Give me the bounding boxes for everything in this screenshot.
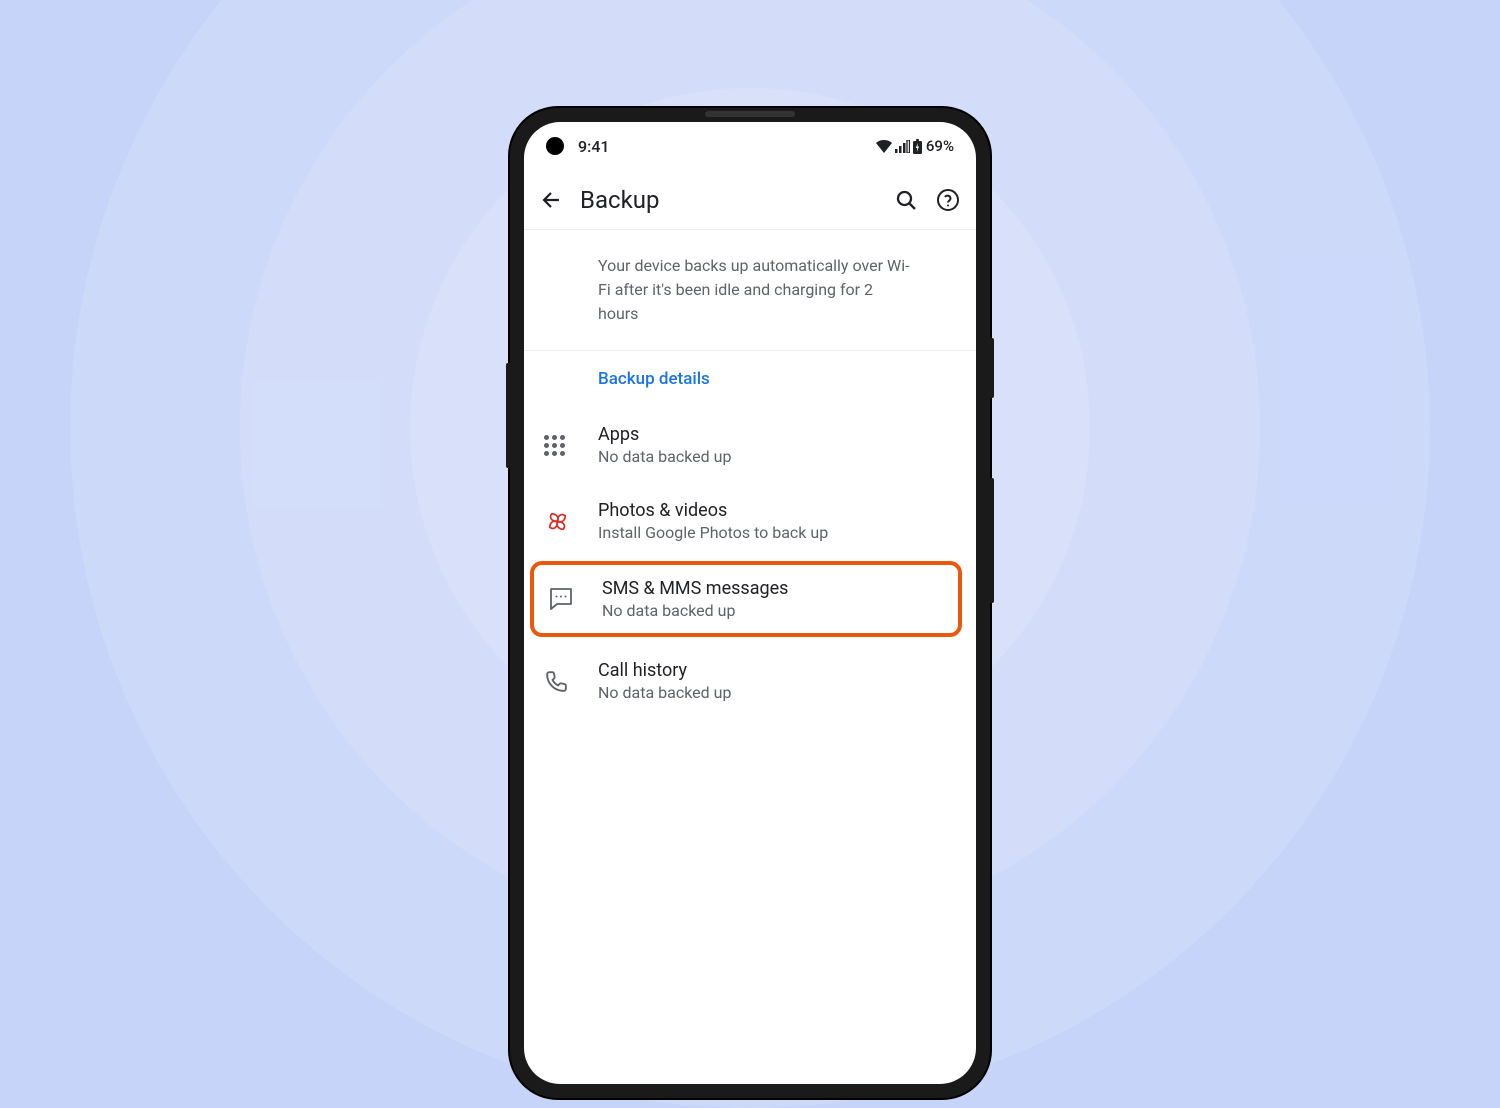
- phone-screen: 9:41: [524, 122, 976, 1084]
- status-icons: [876, 139, 922, 154]
- phone-frame: 9:41: [510, 108, 990, 1098]
- message-icon: [548, 586, 574, 612]
- list-item-sms[interactable]: SMS & MMS messages No data backed up: [530, 561, 962, 637]
- arrow-back-icon: [540, 188, 564, 212]
- page-title: Backup: [580, 186, 894, 214]
- signal-icon: [895, 140, 910, 153]
- search-button[interactable]: [894, 188, 918, 212]
- list-item-subtitle: No data backed up: [602, 601, 946, 620]
- wifi-icon: [876, 140, 892, 153]
- status-time: 9:41: [578, 137, 610, 156]
- help-icon: [936, 188, 960, 212]
- list-item-subtitle: No data backed up: [598, 683, 958, 702]
- camera-hole: [546, 137, 564, 155]
- section-header: Backup details: [524, 351, 976, 407]
- help-button[interactable]: [936, 188, 960, 212]
- backup-details-header: Backup details: [598, 369, 710, 389]
- status-bar: 9:41: [524, 122, 976, 170]
- info-section: Your device backs up automatically over …: [524, 230, 976, 351]
- backup-info-text: Your device backs up automatically over …: [598, 254, 916, 326]
- list-item-photos[interactable]: Photos & videos Install Google Photos to…: [524, 483, 976, 559]
- list-item-title: Photos & videos: [598, 500, 958, 521]
- apps-icon: [544, 435, 565, 456]
- back-button[interactable]: [540, 188, 580, 212]
- photos-icon: [544, 508, 571, 535]
- list-item-subtitle: No data backed up: [598, 447, 958, 466]
- app-bar: Backup: [524, 170, 976, 230]
- search-icon: [894, 188, 918, 212]
- list-item-subtitle: Install Google Photos to back up: [598, 523, 958, 542]
- list-item-title: Apps: [598, 424, 958, 445]
- phone-icon: [544, 669, 569, 694]
- battery-percentage: 69%: [926, 137, 954, 155]
- list-item-calls[interactable]: Call history No data backed up: [524, 643, 976, 719]
- battery-icon: [913, 139, 922, 154]
- list-item-apps[interactable]: Apps No data backed up: [524, 407, 976, 483]
- list-item-title: SMS & MMS messages: [602, 578, 946, 599]
- list-item-title: Call history: [598, 660, 958, 681]
